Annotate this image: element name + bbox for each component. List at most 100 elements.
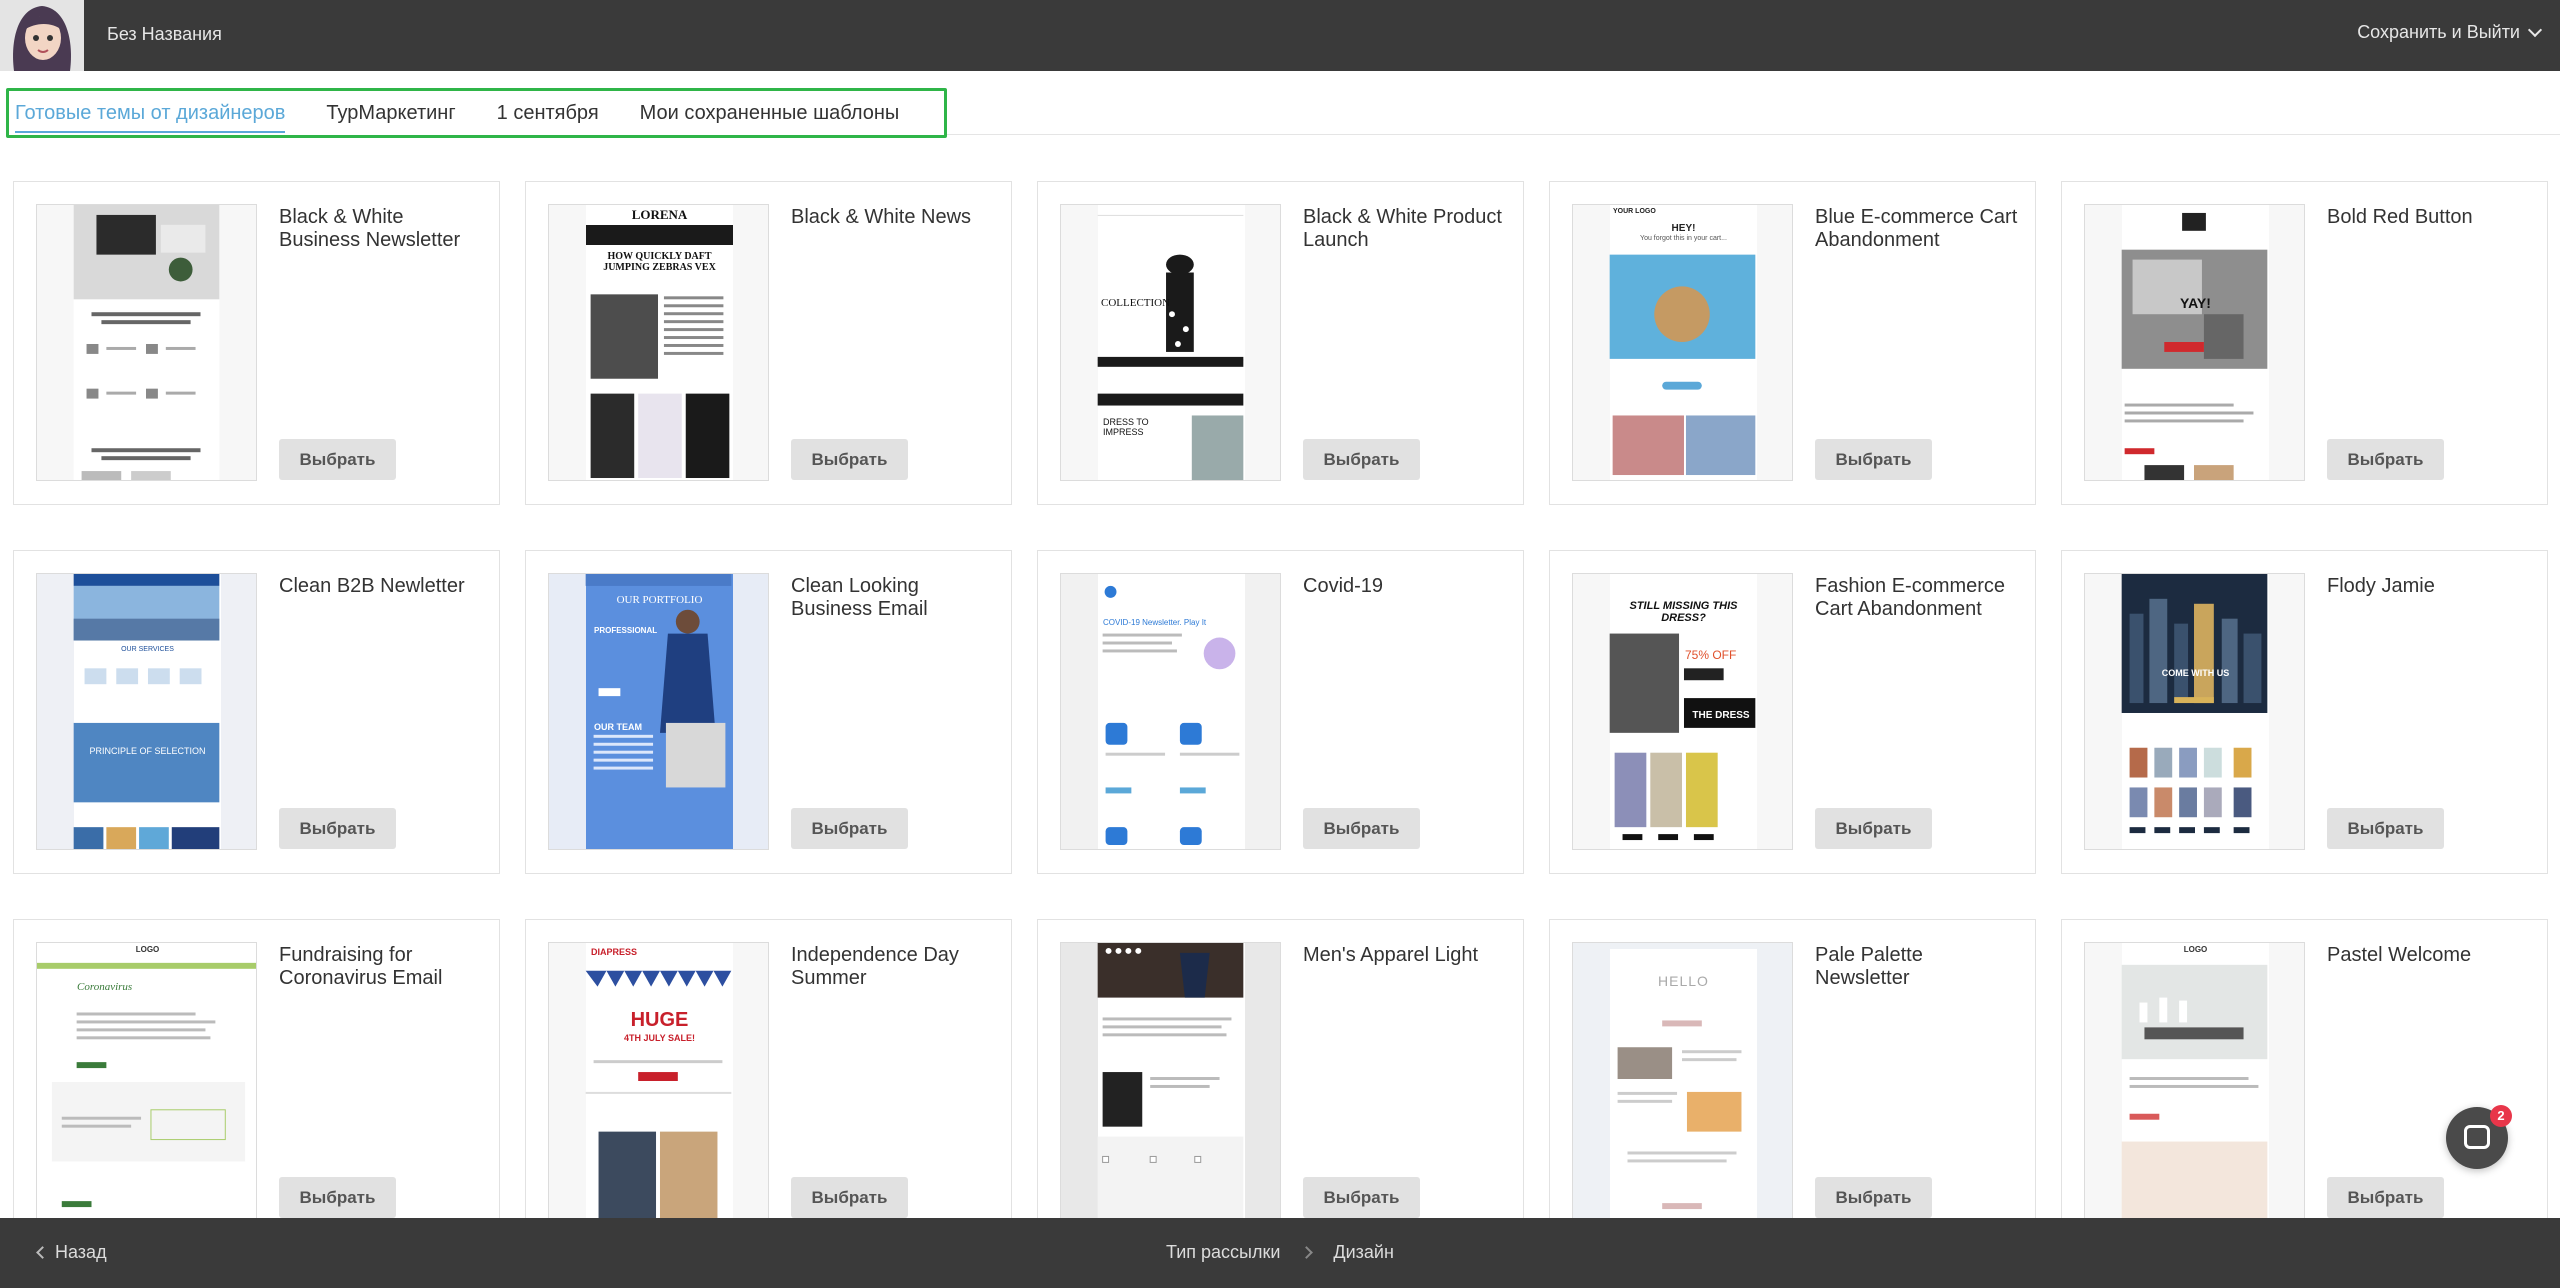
template-card: LORENA HOW QUICKLY DAFT JUMPING ZEBRAS V… <box>525 181 1012 505</box>
template-title: Blue E-commerce Cart Abandonment <box>1815 206 2018 251</box>
template-card: Men's Apparel Light Выбрать <box>1037 919 1524 1243</box>
template-title: Pastel Welcome <box>2327 944 2472 966</box>
thumb-text: OUR SERVICES <box>121 646 174 653</box>
template-thumbnail[interactable]: OUR SERVICES PRINCIPLE OF SELECTION <box>36 573 257 850</box>
thumb-text: COVID-19 Newsletter. Play It <box>1103 618 1207 627</box>
back-label: Назад <box>55 1242 107 1262</box>
choose-button[interactable]: Выбрать <box>791 808 908 849</box>
template-card: COVID-19 Newsletter. Play It Covid-19 Вы… <box>1037 550 1524 874</box>
template-thumbnail[interactable]: YOUR LOGO HEY! You forgot this in your c… <box>1572 204 1793 481</box>
template-card: Black & White Business Newsletter Выбрат… <box>13 181 500 505</box>
template-title: Flody Jamie <box>2327 575 2435 597</box>
template-card: DIAPRESS HUGE 4TH JULY SALE! Independenc… <box>525 919 1012 1243</box>
thumb-text: HUGE <box>630 1009 689 1031</box>
choose-button[interactable]: Выбрать <box>1303 808 1420 849</box>
chat-icon <box>2464 1125 2490 1149</box>
thumb-text: 4TH JULY SALE! <box>623 1033 696 1043</box>
choose-button[interactable]: Выбрать <box>791 439 908 480</box>
template-card: COME WITH US Flody Jamie Выбрать <box>2061 550 2548 874</box>
choose-button[interactable]: Выбрать <box>279 1177 396 1218</box>
step-design[interactable]: Дизайн <box>1333 1242 1394 1263</box>
choose-button[interactable]: Выбрать <box>279 439 396 480</box>
tab-designer-themes[interactable]: Готовые темы от дизайнеров <box>15 96 286 133</box>
template-thumbnail[interactable] <box>1060 942 1281 1219</box>
thumb-text: PROFESSIONAL <box>594 626 658 635</box>
bottom-bar: Назад Тип рассылки Дизайн <box>0 1218 2560 1288</box>
thumb-text: OUR TEAM <box>594 722 642 732</box>
choose-button[interactable]: Выбрать <box>791 1177 908 1218</box>
template-thumbnail[interactable] <box>36 204 257 481</box>
thumb-text: STILL MISSING THIS DRESS? <box>1629 600 1738 624</box>
back-button[interactable]: Назад <box>36 1242 107 1263</box>
notification-badge: 2 <box>2490 1105 2512 1127</box>
chevron-right-icon <box>1300 1246 1314 1259</box>
save-and-exit-label: Сохранить и Выйти <box>2357 22 2520 42</box>
thumb-text: OUR PORTFOLIO <box>616 594 703 606</box>
tabs-divider <box>947 134 2560 135</box>
template-title: Covid-19 <box>1303 575 1384 597</box>
choose-button[interactable]: Выбрать <box>2327 439 2444 480</box>
thumb-text: PRINCIPLE OF SELECTION <box>89 746 206 756</box>
template-card: STILL MISSING THIS DRESS? 75% OFF THE DR… <box>1549 550 2036 874</box>
thumb-text: YAY! <box>2180 295 2211 311</box>
template-thumbnail[interactable]: OUR PORTFOLIO PROFESSIONAL OUR TEAM <box>548 573 769 850</box>
template-card: OUR SERVICES PRINCIPLE OF SELECTION Clea… <box>13 550 500 874</box>
template-title: Independence Day Summer <box>791 944 959 989</box>
save-and-exit-menu[interactable]: Сохранить и Выйти <box>2357 22 2543 43</box>
template-title: Men's Apparel Light <box>1303 944 1479 966</box>
tab-saved-templates[interactable]: Мои сохраненные шаблоны <box>640 96 900 131</box>
template-card: YOUR LOGO HEY! You forgot this in your c… <box>1549 181 2036 505</box>
template-thumbnail[interactable]: HELLO <box>1572 942 1793 1219</box>
tab-september-1[interactable]: 1 сентября <box>497 96 599 131</box>
template-title: Fashion E-commerce Cart Abandonment <box>1815 575 2006 620</box>
template-thumbnail[interactable]: LOGO <box>2084 942 2305 1219</box>
avatar[interactable] <box>0 0 84 71</box>
template-thumbnail[interactable]: LOGO Coronavirus <box>36 942 257 1219</box>
template-thumbnail[interactable]: COVID-19 Newsletter. Play It <box>1060 573 1281 850</box>
thumb-text: DRESS TO IMPRESS <box>1103 417 1149 437</box>
tab-tourmarketing[interactable]: ТурМаркетинг <box>326 96 455 131</box>
template-thumbnail[interactable]: COME WITH US <box>2084 573 2305 850</box>
template-thumbnail[interactable]: YAY! <box>2084 204 2305 481</box>
template-thumbnail[interactable]: DIAPRESS HUGE 4TH JULY SALE! <box>548 942 769 1219</box>
template-title: Pale Palette Newsletter <box>1815 944 1923 989</box>
template-title: Clean B2B Newletter <box>279 575 465 597</box>
template-title: Black & White Business Newsletter <box>279 206 461 251</box>
choose-button[interactable]: Выбрать <box>2327 1177 2444 1218</box>
thumb-text: LOGO <box>135 945 160 954</box>
thumb-text: HELLO <box>1658 973 1709 989</box>
template-card: YAY! Bold Red Button Выбрать <box>2061 181 2548 505</box>
thumb-text: 75% OFF <box>1685 648 1737 662</box>
template-thumbnail[interactable]: STILL MISSING THIS DRESS? 75% OFF THE DR… <box>1572 573 1793 850</box>
choose-button[interactable]: Выбрать <box>1815 439 1932 480</box>
template-title: Clean Looking Business Email <box>791 575 928 620</box>
choose-button[interactable]: Выбрать <box>1303 439 1420 480</box>
template-thumbnail[interactable]: COLLECTION DRESS TO IMPRESS <box>1060 204 1281 481</box>
thumb-text: LOGO <box>2183 945 2208 954</box>
chat-widget-button[interactable]: 2 <box>2446 1105 2512 1169</box>
thumb-text: COME WITH US <box>2161 668 2230 678</box>
template-title: Black & White News <box>791 206 972 228</box>
template-title: Fundraising for Coronavirus Email <box>279 944 443 989</box>
thumb-text: THE DRESS <box>1692 710 1750 721</box>
step-mailing-type[interactable]: Тип рассылки <box>1166 1242 1280 1263</box>
template-card: LOGO Coronavirus Fundraising for Coronav… <box>13 919 500 1243</box>
template-card: COLLECTION DRESS TO IMPRESS Black & Whit… <box>1037 181 1524 505</box>
template-title: Black & White Product Launch <box>1303 206 1502 251</box>
choose-button[interactable]: Выбрать <box>1815 808 1932 849</box>
template-card: HELLO Pale Palette Newsletter Выбрать <box>1549 919 2036 1243</box>
template-tabs: Готовые темы от дизайнеров ТурМаркетинг … <box>6 88 947 138</box>
template-thumbnail[interactable]: LORENA HOW QUICKLY DAFT JUMPING ZEBRAS V… <box>548 204 769 481</box>
document-title[interactable]: Без Названия <box>107 24 222 45</box>
template-card: OUR PORTFOLIO PROFESSIONAL OUR TEAM Clea… <box>525 550 1012 874</box>
chevron-down-icon <box>2527 22 2543 37</box>
choose-button[interactable]: Выбрать <box>1815 1177 1932 1218</box>
choose-button[interactable]: Выбрать <box>2327 808 2444 849</box>
template-card: LOGO Pastel Welcome Выбрать <box>2061 919 2548 1243</box>
wizard-steps: Тип рассылки Дизайн <box>1166 1242 1394 1263</box>
chevron-left-icon <box>36 1246 49 1259</box>
choose-button[interactable]: Выбрать <box>279 808 396 849</box>
top-bar: Без Названия Сохранить и Выйти <box>0 0 2560 71</box>
thumb-text: COLLECTION <box>1101 297 1171 309</box>
choose-button[interactable]: Выбрать <box>1303 1177 1420 1218</box>
